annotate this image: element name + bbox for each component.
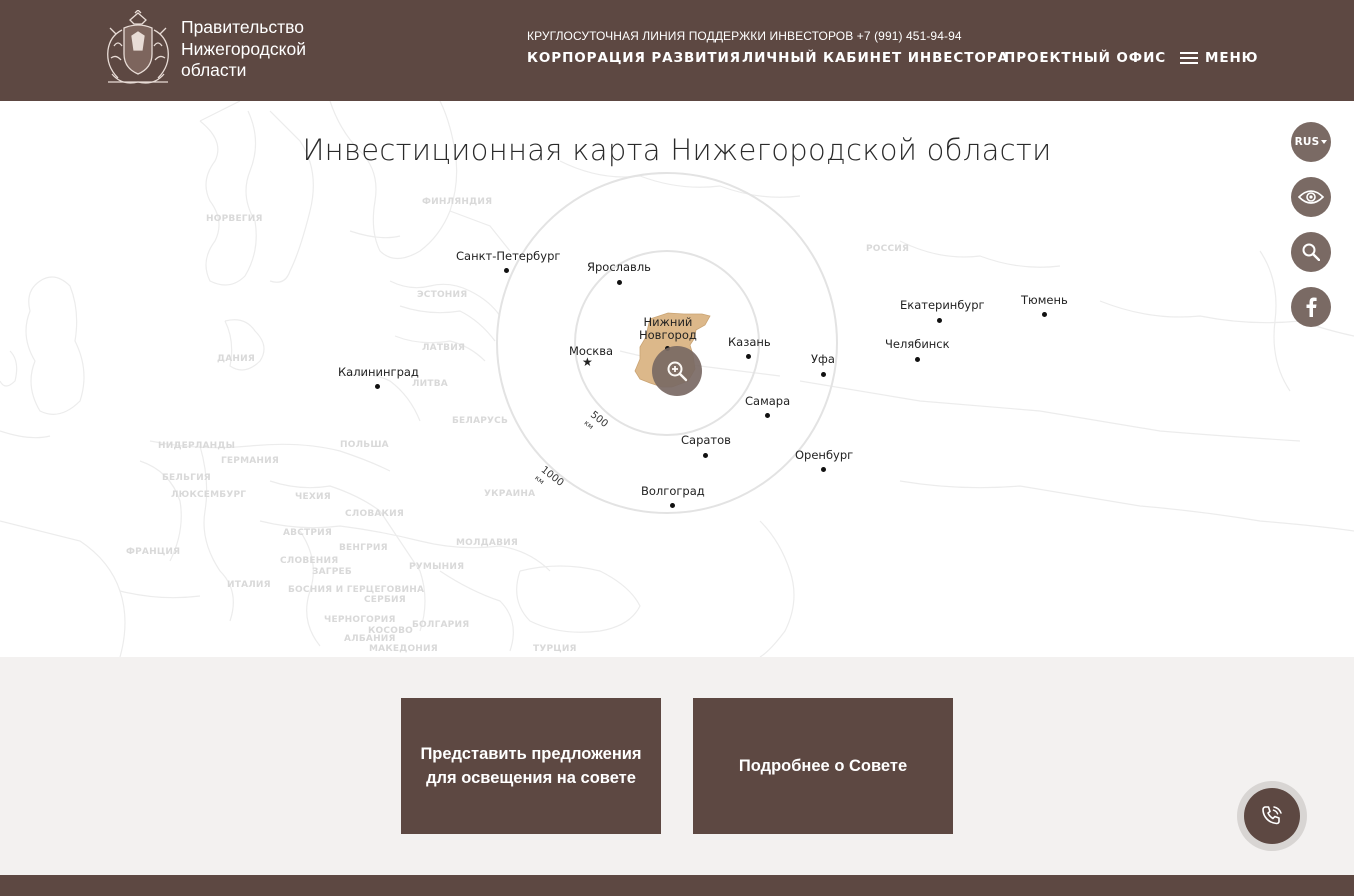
country-label-belarus: БЕЛАРУСЬ (452, 416, 509, 426)
council-actions-section (0, 657, 1354, 875)
site-header: Правительство Нижегородской области КРУГ… (0, 0, 1354, 101)
city-dot-saratov[interactable] (703, 453, 708, 458)
country-label-slovakia: СЛОВАКИЯ (345, 509, 404, 519)
city-dot-samara[interactable] (765, 413, 770, 418)
country-label-hungary: ВЕНГРИЯ (339, 543, 388, 553)
city-label-chelyabinsk[interactable]: Челябинск (885, 337, 950, 351)
menu-label: МЕНЮ (1205, 50, 1259, 66)
nav-link-development-corporation[interactable]: КОРПОРАЦИЯ РАЗВИТИЯ (527, 50, 741, 66)
country-label-estonia: ЭСТОНИЯ (417, 290, 468, 300)
eye-icon (1298, 190, 1324, 204)
zoom-in-icon (667, 361, 688, 382)
country-label-norway: НОРВЕГИЯ (206, 214, 263, 224)
country-label-germany: ГЕРМАНИЯ (221, 456, 279, 466)
country-label-lithuania: ЛИТВА (412, 379, 448, 389)
country-label-finland: ФИНЛЯНДИЯ (422, 197, 493, 207)
search-icon (1302, 243, 1320, 261)
city-dot-yaroslavl[interactable] (617, 280, 622, 285)
nav-link-project-office[interactable]: ПРОЕКТНЫЙ ОФИС (1004, 50, 1166, 66)
country-label-romania: РУМЫНИЯ (409, 562, 465, 572)
hamburger-icon (1180, 52, 1198, 64)
site-footer (0, 875, 1354, 896)
city-label-samara[interactable]: Самара (745, 394, 790, 408)
coat-of-arms-logo[interactable] (102, 9, 174, 88)
country-label-poland: ПОЛЬША (340, 440, 389, 450)
country-label-ukraine: УКРАИНА (484, 489, 536, 499)
country-label-italy: ИТАЛИЯ (227, 580, 271, 590)
city-label-orenburg[interactable]: Оренбург (795, 448, 853, 462)
city-label-saint-petersburg[interactable]: Санкт-Петербург (456, 249, 560, 263)
callback-button-inner (1244, 788, 1300, 844)
caret-down-icon (1321, 140, 1328, 144)
nav-link-investor-account[interactable]: ЛИЧНЫЙ КАБИНЕТ ИНВЕСТОРА (742, 50, 1009, 66)
country-label-russia: РОССИЯ (866, 244, 910, 254)
country-label-moldova: МОЛДАВИЯ (456, 538, 518, 548)
country-label-france: ФРАНЦИЯ (126, 547, 181, 557)
language-label: RUS (1294, 136, 1320, 148)
city-dot-volgograd[interactable] (670, 503, 675, 508)
city-dot-tyumen[interactable] (1042, 312, 1047, 317)
region-zoom-button[interactable] (652, 346, 702, 396)
phone-icon (1262, 806, 1282, 825)
country-label-serbia: СЕРБИЯ (364, 595, 406, 605)
facebook-button[interactable] (1291, 287, 1331, 327)
country-label-slovenia: СЛОВЕНИЯ (280, 556, 339, 566)
country-label-netherlands: НИДЕРЛАНДЫ (158, 441, 236, 451)
country-label-albania: АЛБАНИЯ (344, 634, 396, 644)
menu-button[interactable]: МЕНЮ (1180, 48, 1258, 68)
logo-line-1: Правительство (181, 17, 305, 37)
country-label-bosnia: БОСНИЯ И ГЕРЦЕГОВИНА (288, 585, 425, 595)
city-label-saratov[interactable]: Саратов (681, 433, 731, 447)
government-title[interactable]: Правительство Нижегородской области (181, 17, 306, 82)
city-dot-ufa[interactable] (821, 372, 826, 377)
city-label-tyumen[interactable]: Тюмень (1021, 293, 1068, 307)
search-button[interactable] (1291, 232, 1331, 272)
city-dot-ekaterinburg[interactable] (937, 318, 942, 323)
investor-hotline[interactable]: КРУГЛОСУТОЧНАЯ ЛИНИЯ ПОДДЕРЖКИ ИНВЕСТОРО… (527, 29, 962, 43)
capital-star-icon[interactable]: ★ (582, 356, 593, 368)
country-label-latvia: ЛАТВИЯ (422, 343, 466, 353)
city-dot-saint-petersburg[interactable] (504, 268, 509, 273)
country-label-macedonia: МАКЕДОНИЯ (369, 644, 438, 654)
language-switcher[interactable]: RUS (1291, 122, 1331, 162)
city-label-yaroslavl[interactable]: Ярославль (587, 260, 651, 274)
city-label-kaliningrad[interactable]: Калининград (338, 365, 419, 379)
city-label-nizhny-novgorod[interactable]: Нижний Новгород (639, 316, 697, 342)
city-label-ekaterinburg[interactable]: Екатеринбург (900, 298, 985, 312)
country-label-luxembourg: ЛЮКСЕМБУРГ (171, 490, 247, 500)
city-label-nizhny-line2: Новгород (639, 328, 697, 342)
country-label-turkey: ТУРЦИЯ (533, 644, 577, 654)
accessibility-button[interactable] (1291, 177, 1331, 217)
country-label-belgium: БЕЛЬГИЯ (162, 473, 211, 483)
city-label-volgograd[interactable]: Волгоград (641, 484, 705, 498)
logo-line-2: Нижегородской (181, 38, 306, 59)
country-label-montenegro: ЧЕРНОГОРИЯ (324, 615, 396, 625)
country-label-zagreb: ЗАГРЕБ (312, 567, 352, 577)
map-title: Инвестиционная карта Нижегородской облас… (302, 133, 1052, 167)
city-label-ufa[interactable]: Уфа (811, 352, 835, 366)
country-label-bulgaria: БОЛГАРИЯ (412, 620, 470, 630)
city-dot-kaliningrad[interactable] (375, 384, 380, 389)
callback-button[interactable] (1237, 781, 1307, 851)
council-details-button[interactable]: Подробнее о Совете (693, 698, 953, 834)
propose-topic-button[interactable]: Представить предложения для освещения на… (401, 698, 661, 834)
investment-map[interactable]: Инвестиционная карта Нижегородской облас… (0, 101, 1354, 657)
city-dot-kazan[interactable] (746, 354, 751, 359)
country-label-austria: АВСТРИЯ (283, 528, 333, 538)
country-label-denmark: ДАНИЯ (217, 354, 255, 364)
city-dot-orenburg[interactable] (821, 467, 826, 472)
facebook-icon (1306, 297, 1317, 317)
logo-line-3: области (181, 60, 247, 80)
country-label-czechia: ЧЕХИЯ (295, 492, 331, 502)
city-label-kazan[interactable]: Казань (728, 335, 771, 349)
city-dot-chelyabinsk[interactable] (915, 357, 920, 362)
